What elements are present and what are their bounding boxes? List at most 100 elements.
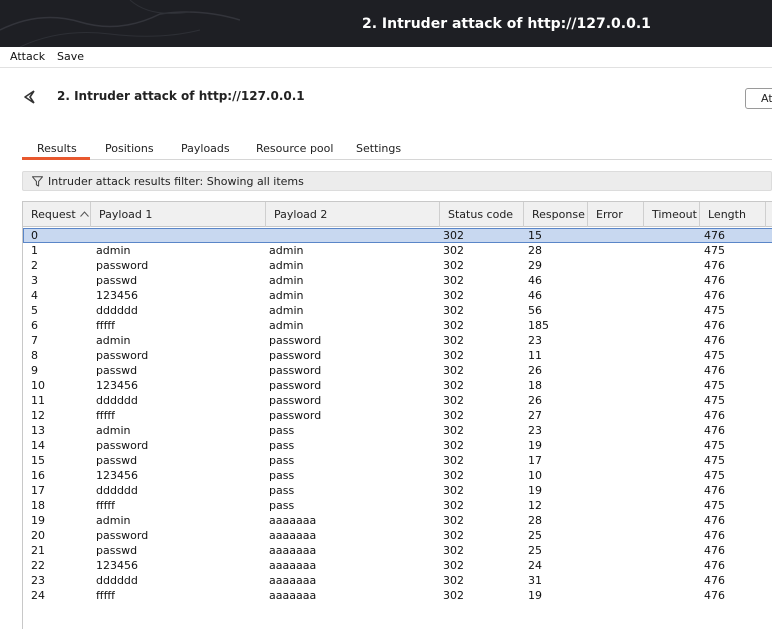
table-row[interactable]: 16 123456 pass 302 10 475 (23, 468, 772, 483)
cell-payload-1: password (96, 349, 149, 362)
column-header-length[interactable]: Length (700, 202, 766, 227)
tab-payloads[interactable]: Payloads (181, 142, 230, 155)
cell-response-time: 26 (528, 394, 542, 407)
table-row[interactable]: 13 admin pass 302 23 476 (23, 423, 772, 438)
table-row[interactable]: 12 fffff password 302 27 476 (23, 408, 772, 423)
cell-request: 16 (31, 469, 45, 482)
column-header-request[interactable]: Request (23, 202, 91, 227)
cell-payload-1: dddddd (96, 304, 138, 317)
cell-payload-1: admin (96, 244, 131, 257)
table-row[interactable]: 8 password password 302 11 475 (23, 348, 772, 363)
table-row[interactable]: 23 dddddd aaaaaaa 302 31 476 (23, 573, 772, 588)
table-row[interactable]: 5 dddddd admin 302 56 475 (23, 303, 772, 318)
cell-payload-1: admin (96, 514, 131, 527)
cell-response-time: 23 (528, 424, 542, 437)
table-row[interactable]: 7 admin password 302 23 476 (23, 333, 772, 348)
table-row[interactable]: 14 password pass 302 19 475 (23, 438, 772, 453)
tab-positions[interactable]: Positions (105, 142, 154, 155)
table-row[interactable]: 2 password admin 302 29 476 (23, 258, 772, 273)
table-row[interactable]: 10 123456 password 302 18 475 (23, 378, 772, 393)
intruder-target-icon (24, 90, 35, 104)
cell-length: 476 (704, 274, 725, 287)
attack-button[interactable]: Att (745, 88, 772, 109)
cell-request: 8 (31, 349, 38, 362)
table-row[interactable]: 4 123456 admin 302 46 476 (23, 288, 772, 303)
cell-status-code: 302 (443, 304, 464, 317)
cell-request: 22 (31, 559, 45, 572)
cell-payload-1: 123456 (96, 289, 138, 302)
tab-bar: Results Positions Payloads Resource pool… (22, 138, 772, 160)
column-header-timeout[interactable]: Timeout (644, 202, 700, 227)
cell-response-time: 19 (528, 589, 542, 602)
table-row[interactable]: 18 fffff pass 302 12 475 (23, 498, 772, 513)
cell-length: 475 (704, 349, 725, 362)
cell-payload-1: dddddd (96, 484, 138, 497)
table-row[interactable]: 0 302 15 476 (23, 228, 772, 243)
cell-response-time: 185 (528, 319, 549, 332)
cell-status-code: 302 (443, 394, 464, 407)
column-header-response[interactable]: Response ... (524, 202, 588, 227)
column-header-status-code[interactable]: Status code (440, 202, 524, 227)
cell-response-time: 25 (528, 544, 542, 557)
cell-payload-2: pass (269, 484, 295, 497)
cell-length: 475 (704, 394, 725, 407)
cell-status-code: 302 (443, 409, 464, 422)
results-table: Request Payload 1 Payload 2 Status code … (22, 201, 772, 629)
cell-length: 476 (704, 529, 725, 542)
active-tab-indicator (22, 157, 90, 160)
cell-response-time: 11 (528, 349, 542, 362)
menu-attack[interactable]: Attack (10, 50, 45, 63)
tab-settings[interactable]: Settings (356, 142, 401, 155)
cell-payload-2: password (269, 334, 322, 347)
cell-request: 0 (31, 229, 38, 242)
tab-results[interactable]: Results (37, 142, 77, 155)
cell-request: 19 (31, 514, 45, 527)
column-header-payload-1[interactable]: Payload 1 (91, 202, 266, 227)
cell-payload-2: pass (269, 424, 295, 437)
cell-length: 476 (704, 544, 725, 557)
results-filter-bar[interactable]: Intruder attack results filter: Showing … (22, 171, 772, 191)
cell-status-code: 302 (443, 544, 464, 557)
table-row[interactable]: 9 passwd password 302 26 476 (23, 363, 772, 378)
cell-payload-2: aaaaaaa (269, 544, 317, 557)
cell-payload-2: aaaaaaa (269, 514, 317, 527)
column-header-payload-2[interactable]: Payload 2 (266, 202, 440, 227)
table-row[interactable]: 24 fffff aaaaaaa 302 19 476 (23, 588, 772, 603)
cell-payload-1: password (96, 259, 149, 272)
column-header-comment[interactable]: C (766, 202, 772, 227)
cell-response-time: 56 (528, 304, 542, 317)
table-row[interactable]: 17 dddddd pass 302 19 476 (23, 483, 772, 498)
cell-response-time: 28 (528, 244, 542, 257)
tab-resource-pool[interactable]: Resource pool (256, 142, 333, 155)
table-row[interactable]: 21 passwd aaaaaaa 302 25 476 (23, 543, 772, 558)
table-row[interactable]: 15 passwd pass 302 17 475 (23, 453, 772, 468)
cell-payload-2: pass (269, 469, 295, 482)
cell-status-code: 302 (443, 379, 464, 392)
table-row[interactable]: 11 dddddd password 302 26 475 (23, 393, 772, 408)
cell-status-code: 302 (443, 349, 464, 362)
table-row[interactable]: 22 123456 aaaaaaa 302 24 476 (23, 558, 772, 573)
cell-payload-2: aaaaaaa (269, 529, 317, 542)
table-row[interactable]: 1 admin admin 302 28 475 (23, 243, 772, 258)
table-row[interactable]: 19 admin aaaaaaa 302 28 476 (23, 513, 772, 528)
table-row[interactable]: 6 fffff admin 302 185 476 (23, 318, 772, 333)
cell-payload-1: 123456 (96, 559, 138, 572)
cell-status-code: 302 (443, 259, 464, 272)
cell-payload-2: admin (269, 289, 304, 302)
cell-length: 475 (704, 499, 725, 512)
cell-payload-2: admin (269, 304, 304, 317)
filter-funnel-icon (32, 176, 43, 187)
cell-request: 10 (31, 379, 45, 392)
cell-response-time: 15 (528, 229, 542, 242)
window-title: 2. Intruder attack of http://127.0.0.1 (362, 16, 651, 32)
menu-save[interactable]: Save (57, 50, 84, 63)
cell-request: 12 (31, 409, 45, 422)
table-row[interactable]: 20 password aaaaaaa 302 25 476 (23, 528, 772, 543)
table-header: Request Payload 1 Payload 2 Status code … (23, 202, 772, 227)
cell-payload-2: pass (269, 439, 295, 452)
cell-payload-2: admin (269, 259, 304, 272)
cell-length: 476 (704, 259, 725, 272)
cell-length: 476 (704, 514, 725, 527)
table-row[interactable]: 3 passwd admin 302 46 476 (23, 273, 772, 288)
column-header-error[interactable]: Error (588, 202, 644, 227)
